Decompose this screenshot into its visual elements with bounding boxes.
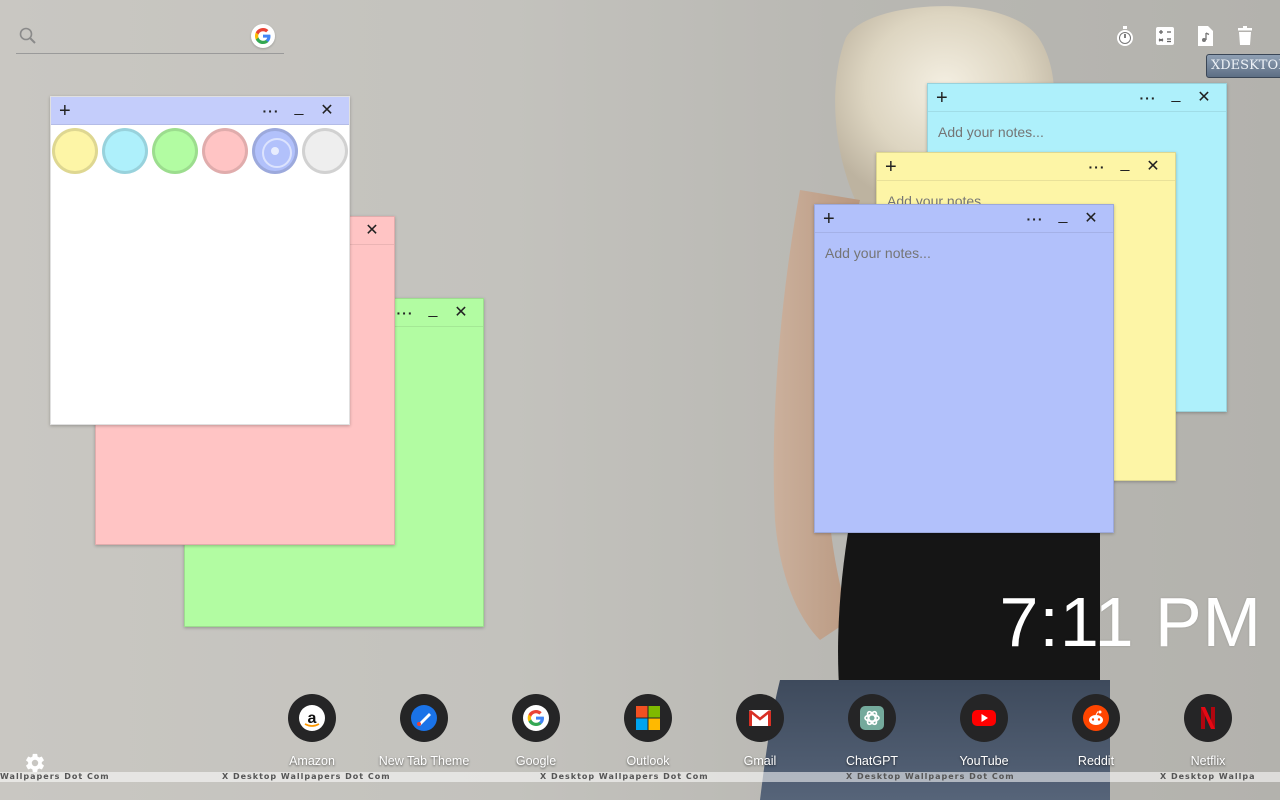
shortcut-netflix[interactable]: Netflix (1152, 694, 1264, 768)
shortcut-label: YouTube (959, 754, 1009, 768)
outlook-icon (624, 694, 672, 742)
close-note-button[interactable]: ✕ (1190, 89, 1218, 106)
color-swatch-cyan[interactable] (102, 128, 148, 174)
shortcut-dock: a Amazon New Tab Theme Google Outlook Gm (256, 694, 1280, 770)
close-note-button[interactable]: ✕ (1139, 158, 1167, 175)
search-input[interactable] (46, 26, 246, 48)
reddit-icon (1072, 694, 1120, 742)
minimize-note-button[interactable]: _ (285, 99, 313, 116)
color-swatch-yellow[interactable] (52, 128, 98, 174)
google-search-icon[interactable] (251, 24, 275, 48)
note-menu-button[interactable]: ··· (257, 103, 285, 119)
minimize-note-button[interactable]: _ (1162, 86, 1190, 103)
color-swatch-blue[interactable] (252, 128, 298, 174)
shortcut-reddit[interactable]: Reddit (1040, 694, 1152, 768)
wallpaper-logo: XDESKTOP WALLPAPERS (1206, 54, 1280, 78)
sticky-note-blue[interactable]: + ··· _ ✕ (814, 204, 1114, 533)
color-swatch-gray[interactable] (302, 128, 348, 174)
shortcut-new-tab-theme[interactable]: New Tab Theme (368, 694, 480, 768)
shortcut-label: Reddit (1077, 754, 1115, 768)
minimize-note-button[interactable]: _ (1111, 155, 1139, 172)
shortcut-label: Outlook (626, 754, 670, 768)
note-textarea[interactable] (815, 233, 1113, 449)
shortcut-youtube[interactable]: YouTube (928, 694, 1040, 768)
shortcut-label: Google (515, 754, 557, 768)
color-swatch-pink[interactable] (202, 128, 248, 174)
close-note-button[interactable]: ✕ (1077, 210, 1105, 227)
google-icon (512, 694, 560, 742)
color-picker (51, 125, 349, 174)
search-bar (16, 22, 284, 54)
note-menu-button[interactable]: ··· (1021, 211, 1049, 227)
note-header[interactable]: + ··· _ ✕ (877, 153, 1175, 181)
shortcut-label: Gmail (743, 754, 777, 768)
color-swatch-green[interactable] (152, 128, 198, 174)
shortcut-chatgpt[interactable]: ChatGPT (816, 694, 928, 768)
netflix-icon (1184, 694, 1232, 742)
watermark-text: X Desktop Wallpapers Dot Com (846, 772, 1015, 781)
settings-gear-icon[interactable] (24, 752, 48, 776)
clock: 7:11 PM (999, 583, 1262, 661)
add-note-button[interactable]: + (823, 209, 843, 229)
watermark-text: X Desktop Wallpapers Dot Com (540, 772, 709, 781)
shortcut-label: Amazon (289, 754, 335, 768)
trash-icon[interactable] (1234, 24, 1256, 48)
shortcut-label: Netflix (1190, 754, 1226, 768)
shortcut-label: ChatGPT (845, 754, 899, 768)
search-icon (18, 26, 38, 46)
shortcut-outlook[interactable]: Outlook (592, 694, 704, 768)
shortcut-gmail[interactable]: Gmail (704, 694, 816, 768)
youtube-icon (960, 694, 1008, 742)
close-note-button[interactable]: ✕ (447, 304, 475, 321)
add-note-button[interactable]: + (936, 88, 956, 108)
note-menu-button[interactable]: ··· (1083, 159, 1111, 175)
gmail-icon (736, 694, 784, 742)
sticky-note-color-picker[interactable]: + ··· _ ✕ (50, 96, 350, 425)
shortcut-amazon[interactable]: a Amazon (256, 694, 368, 768)
close-note-button[interactable]: ✕ (358, 222, 386, 239)
file-music-icon[interactable] (1194, 24, 1216, 48)
shortcut-label: New Tab Theme (378, 754, 470, 768)
close-note-button[interactable]: ✕ (313, 102, 341, 119)
minimize-note-button[interactable]: _ (419, 301, 447, 318)
note-header[interactable]: + ··· _ ✕ (815, 205, 1113, 233)
shortcut-google[interactable]: Google (480, 694, 592, 768)
watermark-text: X Desktop Wallpa (1160, 772, 1256, 781)
minimize-note-button[interactable]: _ (1049, 207, 1077, 224)
note-menu-button[interactable]: ··· (391, 305, 419, 321)
chatgpt-icon (848, 694, 896, 742)
calculator-icon[interactable] (1154, 24, 1176, 48)
note-header[interactable]: + ··· _ ✕ (51, 97, 349, 125)
svg-text:a: a (308, 710, 317, 727)
watermark-text: Wallpapers Dot Com (0, 772, 110, 781)
note-menu-button[interactable]: ··· (1134, 90, 1162, 106)
add-note-button[interactable]: + (59, 101, 79, 121)
watermark-text: X Desktop Wallpapers Dot Com (222, 772, 391, 781)
top-toolbar (1114, 24, 1256, 48)
amazon-icon: a (288, 694, 336, 742)
new-tab-theme-icon (400, 694, 448, 742)
add-note-button[interactable]: + (885, 157, 905, 177)
note-header[interactable]: + ··· _ ✕ (928, 84, 1226, 112)
stopwatch-icon[interactable] (1114, 24, 1136, 48)
